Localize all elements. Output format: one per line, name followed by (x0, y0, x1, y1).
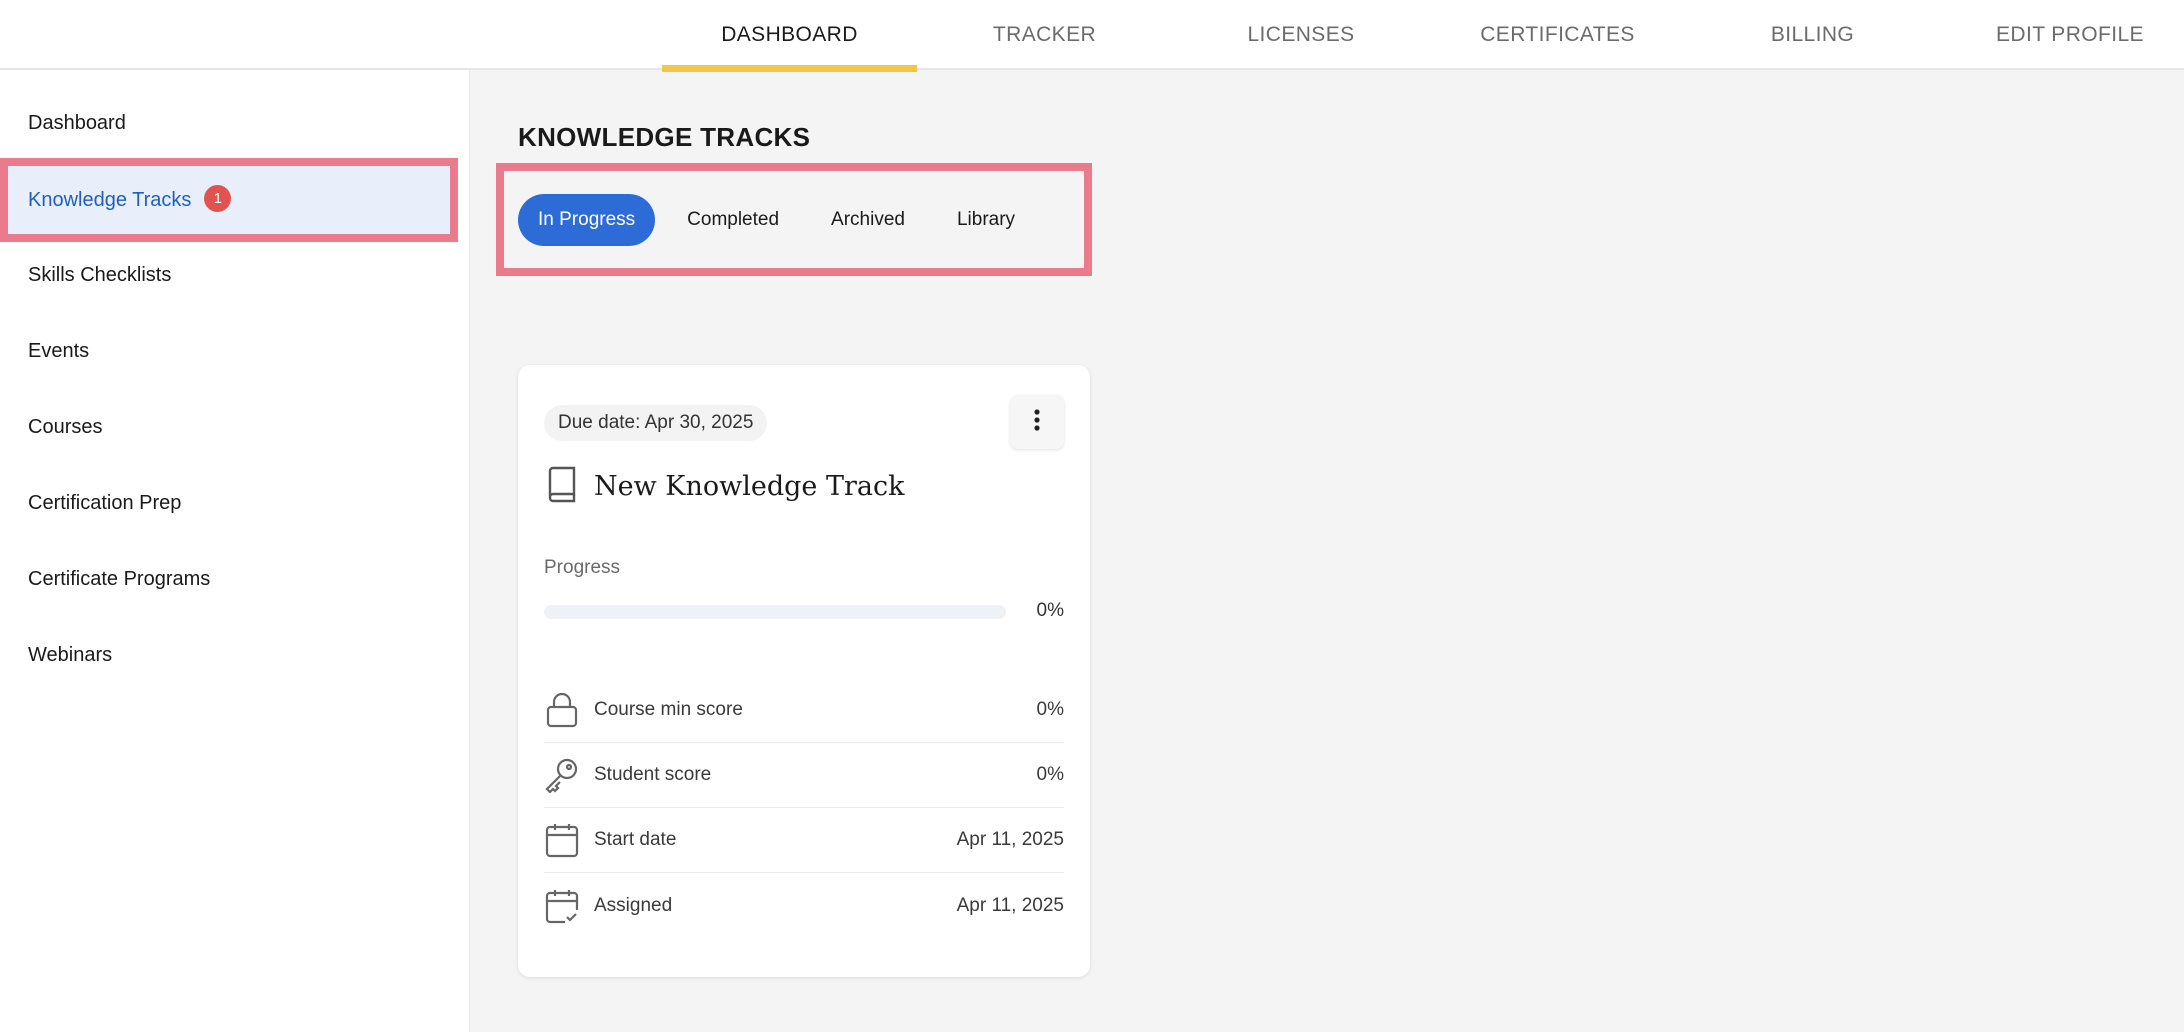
due-date-chip: Due date: Apr 30, 2025 (544, 405, 768, 441)
info-row-start-date: Start date Apr 11, 2025 (544, 808, 1064, 873)
row-label: Course min score (594, 699, 743, 720)
sidebar-item-label: Courses (28, 415, 103, 438)
info-row-min-score: Course min score 0% (544, 678, 1064, 743)
subtab-in-progress[interactable]: In Progress (518, 193, 656, 246)
sidebar-item-label: Knowledge Tracks (28, 188, 192, 211)
subtab-completed[interactable]: Completed (667, 194, 799, 246)
progress-label: Progress (544, 557, 621, 578)
sidebar-item-knowledge-tracks[interactable]: Knowledge Tracks 1 (0, 158, 458, 242)
progress-bar (544, 605, 1006, 619)
info-row-student-score: Student score 0% (544, 743, 1064, 808)
sidebar-item-events[interactable]: Events (0, 321, 458, 381)
row-label: Assigned (594, 894, 673, 916)
info-row-assigned: Assigned Apr 11, 2025 (544, 873, 1064, 938)
sidebar-item-webinars[interactable]: Webinars (0, 625, 458, 685)
top-navigation: DASHBOARD TRACKER LICENSES CERTIFICATES … (0, 0, 2184, 72)
tab-tracker[interactable]: TRACKER (917, 0, 1172, 70)
subtab-library[interactable]: Library (937, 194, 1035, 246)
more-options-button[interactable] (1010, 395, 1064, 449)
progress-percent: 0% (1036, 600, 1064, 621)
kebab-menu-icon (1033, 408, 1041, 437)
sidebar-item-label: Certificate Programs (28, 567, 211, 590)
row-value: Apr 11, 2025 (956, 894, 1064, 916)
knowledge-track-card[interactable]: Due date: Apr 30, 2025 New Knowledge Tra… (518, 365, 1090, 977)
lock-icon (544, 692, 580, 728)
row-label: Student score (594, 764, 712, 785)
sidebar-item-dashboard[interactable]: Dashboard (0, 93, 458, 153)
sidebar-item-certificate-programs[interactable]: Certificate Programs (0, 549, 458, 609)
key-icon (544, 757, 580, 793)
row-label: Start date (594, 829, 677, 850)
book-icon (544, 465, 580, 508)
tab-dashboard[interactable]: DASHBOARD (662, 0, 917, 72)
row-value: Apr 11, 2025 (956, 829, 1064, 850)
sidebar-item-skills-checklists[interactable]: Skills Checklists (0, 245, 458, 305)
tab-edit-profile[interactable]: EDIT PROFILE (1940, 0, 2184, 70)
page-title: KNOWLEDGE TRACKS (518, 122, 811, 152)
sidebar-item-label: Webinars (28, 643, 113, 666)
subtab-archived[interactable]: Archived (811, 194, 925, 246)
notification-badge: 1 (204, 184, 232, 212)
tab-licenses[interactable]: LICENSES (1172, 0, 1430, 70)
row-value: 0% (1036, 764, 1064, 785)
calendar-check-icon (544, 888, 580, 924)
row-value: 0% (1036, 699, 1064, 720)
status-filter-tabs: In Progress Completed Archived Library (496, 163, 1092, 276)
sidebar-item-label: Events (28, 339, 90, 362)
sidebar-item-certification-prep[interactable]: Certification Prep (0, 473, 458, 533)
sidebar: Dashboard Knowledge Tracks 1 Skills Chec… (0, 70, 470, 1032)
sidebar-item-label: Dashboard (28, 111, 126, 134)
sidebar-item-courses[interactable]: Courses (0, 397, 458, 457)
sidebar-item-label: Skills Checklists (28, 263, 172, 286)
tab-certificates[interactable]: CERTIFICATES (1430, 0, 1685, 70)
calendar-icon (544, 822, 580, 858)
sidebar-item-label: Certification Prep (28, 491, 182, 514)
tab-billing[interactable]: BILLING (1685, 0, 1940, 70)
card-title-row: New Knowledge Track (544, 465, 904, 508)
track-title[interactable]: New Knowledge Track (594, 471, 904, 502)
